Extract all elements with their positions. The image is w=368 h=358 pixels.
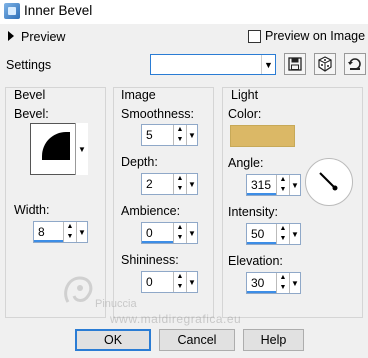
- smoothness-spinner[interactable]: 5 ▲ ▼ ▼: [141, 124, 198, 146]
- bevel-shape-icon: [42, 132, 70, 160]
- angle-dial[interactable]: [305, 158, 353, 206]
- randomize-button[interactable]: [314, 53, 336, 75]
- ambience-stepper-arrows[interactable]: ▲ ▼: [173, 223, 186, 243]
- angle-stepper-arrows[interactable]: ▲ ▼: [276, 175, 289, 195]
- width-spinner[interactable]: 8 ▲ ▼ ▼: [33, 221, 88, 243]
- settings-dropdown[interactable]: ▼: [150, 54, 276, 75]
- expand-arrow-icon[interactable]: [8, 31, 14, 41]
- save-icon: [288, 57, 302, 71]
- width-value[interactable]: 8: [34, 222, 63, 242]
- cancel-button[interactable]: Cancel: [159, 329, 235, 351]
- app-icon: [4, 3, 20, 19]
- preview-on-image-checkbox[interactable]: [248, 30, 261, 43]
- bevel-label: Bevel:: [14, 107, 49, 121]
- width-label: Width:: [14, 203, 50, 217]
- width-stepper-arrows[interactable]: ▲ ▼: [63, 222, 76, 242]
- light-color-swatch[interactable]: [230, 125, 295, 147]
- color-label: Color:: [228, 107, 262, 121]
- smoothness-value[interactable]: 5: [142, 125, 173, 145]
- smoothness-stepper-arrows[interactable]: ▲ ▼: [173, 125, 186, 145]
- angle-spinner[interactable]: 315 ▲ ▼ ▼: [246, 174, 301, 196]
- intensity-spinner[interactable]: 50 ▲ ▼ ▼: [246, 223, 301, 245]
- reset-icon: [348, 58, 361, 70]
- ambience-spinner[interactable]: 0 ▲ ▼ ▼: [141, 222, 198, 244]
- depth-spinner[interactable]: 2 ▲ ▼ ▼: [141, 173, 198, 195]
- intensity-value[interactable]: 50: [247, 224, 276, 244]
- angle-dial-needle-icon: [319, 172, 338, 191]
- angle-label: Angle:: [228, 156, 264, 170]
- help-button[interactable]: Help: [243, 329, 304, 351]
- watermark-url: www.maldiregrafica.eu: [110, 312, 242, 326]
- intensity-stepper-arrows[interactable]: ▲ ▼: [276, 224, 289, 244]
- elevation-stepper-arrows[interactable]: ▲ ▼: [276, 273, 289, 293]
- depth-stepper-arrows[interactable]: ▲ ▼: [173, 174, 186, 194]
- ambience-dropdown-arrow[interactable]: ▼: [186, 223, 197, 243]
- save-preset-button[interactable]: [284, 53, 306, 75]
- settings-label: Settings: [6, 58, 52, 72]
- ambience-value[interactable]: 0: [142, 223, 173, 243]
- angle-value[interactable]: 315: [247, 175, 276, 195]
- dice-icon: [318, 56, 332, 72]
- preview-on-image-label[interactable]: Preview on Image: [265, 29, 365, 43]
- reset-button[interactable]: [344, 53, 366, 75]
- width-dropdown-arrow[interactable]: ▼: [76, 222, 87, 242]
- bevel-group-title: Bevel: [14, 88, 46, 102]
- intensity-label: Intensity:: [228, 205, 279, 219]
- elevation-spinner[interactable]: 30 ▲ ▼ ▼: [246, 272, 301, 294]
- depth-value[interactable]: 2: [142, 174, 173, 194]
- shininess-spinner[interactable]: 0 ▲ ▼ ▼: [141, 271, 198, 293]
- intensity-dropdown-arrow[interactable]: ▼: [289, 224, 300, 244]
- elevation-dropdown-arrow[interactable]: ▼: [289, 273, 300, 293]
- window-title: Inner Bevel: [24, 3, 93, 18]
- bevel-dropdown-arrow[interactable]: ▼: [75, 123, 88, 175]
- smoothness-label: Smoothness:: [121, 107, 194, 121]
- chevron-down-icon[interactable]: ▼: [261, 55, 275, 74]
- smoothness-dropdown-arrow[interactable]: ▼: [186, 125, 197, 145]
- elevation-value[interactable]: 30: [247, 273, 276, 293]
- ambience-label: Ambience:: [121, 204, 181, 218]
- watermark-logo: [64, 276, 93, 303]
- preview-toggle[interactable]: Preview: [21, 30, 65, 44]
- angle-dropdown-arrow[interactable]: ▼: [289, 175, 300, 195]
- watermark-name: Pinuccia: [95, 298, 137, 310]
- depth-dropdown-arrow[interactable]: ▼: [186, 174, 197, 194]
- shininess-value[interactable]: 0: [142, 272, 173, 292]
- light-group-title: Light: [231, 88, 259, 102]
- ok-button[interactable]: OK: [75, 329, 151, 351]
- depth-label: Depth:: [121, 155, 158, 169]
- shininess-stepper-arrows[interactable]: ▲ ▼: [173, 272, 186, 292]
- image-group-title: Image: [121, 88, 156, 102]
- elevation-label: Elevation:: [228, 254, 283, 268]
- shininess-label: Shininess:: [121, 253, 179, 267]
- shininess-dropdown-arrow[interactable]: ▼: [186, 272, 197, 292]
